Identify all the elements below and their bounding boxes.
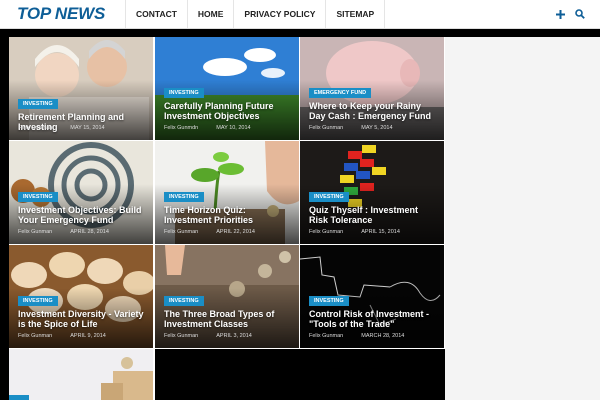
article-author[interactable]: Felix Gunman [309, 333, 343, 339]
article-card[interactable]: INVESTING Time Horizon Quiz: Investment … [155, 141, 299, 244]
article-card[interactable]: INVESTING The Three Broad Types of Inves… [155, 245, 299, 348]
article-meta: Felix Gunman APRIL 9, 2014 [18, 333, 124, 339]
article-card[interactable]: INVESTING Quiz Thyself : Investment Risk… [300, 141, 444, 244]
article-author[interactable]: Felix Gunman [309, 229, 343, 235]
article-author[interactable]: Felix Gunman [18, 333, 52, 339]
article-title[interactable]: Investment Diversity - Variety is the Sp… [18, 309, 145, 329]
article-author[interactable]: Felix Gunman [18, 229, 52, 235]
category-badge[interactable]: INVESTING [309, 192, 349, 202]
article-meta: Felix Gunman APRIL 3, 2014 [164, 333, 270, 339]
article-card[interactable]: INVESTING Investment Objectives: Build Y… [9, 141, 153, 244]
site-logo[interactable]: TOP NEWS [17, 4, 105, 24]
article-title[interactable]: Carefully Planning Future Investment Obj… [164, 101, 291, 121]
article-card[interactable]: EMERGENCY FUND Where to Keep your Rainy … [300, 37, 444, 140]
nav-sitemap[interactable]: SITEMAP [336, 0, 374, 28]
article-author[interactable]: Felix Gunman [164, 333, 198, 339]
sidebar [445, 37, 600, 400]
article-meta: Felix Gunman MARCH 28, 2014 [309, 333, 422, 339]
article-date: MAY 15, 2014 [70, 125, 105, 131]
content-area: INVESTING Retirement Planning and Invest… [0, 29, 600, 400]
nav-home[interactable]: HOME [198, 0, 224, 28]
nav-divider [325, 0, 327, 28]
nav-divider [125, 0, 126, 28]
article-title[interactable]: Investment Objectives: Build Your Emerge… [18, 205, 145, 225]
category-badge[interactable]: INVESTING [164, 296, 204, 306]
category-badge[interactable]: INVESTING [18, 296, 58, 306]
article-card[interactable] [9, 349, 153, 400]
header-tools [550, 0, 590, 28]
category-badge[interactable]: INVESTING [164, 192, 204, 202]
article-date: APRIL 3, 2014 [216, 333, 252, 339]
nav-contact[interactable]: CONTACT [136, 0, 177, 28]
article-meta: Felix Gunman APRIL 28, 2014 [18, 229, 127, 235]
article-meta: Felix Gunman MAY 5, 2014 [309, 125, 411, 131]
article-card[interactable]: INVESTING Carefully Planning Future Inve… [155, 37, 299, 140]
nav-divider [384, 0, 386, 28]
nav-privacy-policy[interactable]: PRIVACY POLICY [244, 0, 315, 28]
search-icon[interactable] [570, 0, 590, 28]
article-date: APRIL 22, 2014 [216, 229, 255, 235]
article-meta: Felix Gunman APRIL 15, 2014 [309, 229, 418, 235]
article-date: MARCH 28, 2014 [361, 333, 405, 339]
category-badge[interactable]: INVESTING [18, 192, 58, 202]
category-badge[interactable]: INVESTING [164, 88, 204, 98]
category-badge[interactable]: EMERGENCY FUND [309, 88, 372, 98]
nav-divider [233, 0, 235, 28]
nav-divider [186, 0, 188, 28]
site-header: TOP NEWS CONTACT HOME PRIVACY POLICY SIT… [0, 0, 600, 29]
article-grid: INVESTING Retirement Planning and Invest… [9, 37, 445, 400]
plus-icon[interactable] [550, 0, 570, 28]
article-card[interactable]: INVESTING Investment Diversity - Variety… [9, 245, 153, 348]
article-title[interactable]: Quiz Thyself : Investment Risk Tolerance [309, 205, 436, 225]
article-date: MAY 10, 2014 [216, 125, 251, 131]
article-date: MAY 5, 2014 [361, 125, 393, 131]
article-meta: Felix Gunman MAY 15, 2014 [18, 125, 123, 131]
search-icon-graphic [575, 9, 585, 19]
article-date: APRIL 15, 2014 [361, 229, 400, 235]
article-title[interactable]: Where to Keep your Rainy Day Cash : Emer… [309, 101, 436, 121]
article-card[interactable]: INVESTING Retirement Planning and Invest… [9, 37, 153, 140]
article-title[interactable]: The Three Broad Types of Investment Clas… [164, 309, 291, 329]
category-badge[interactable]: INVESTING [18, 99, 58, 109]
article-date: APRIL 9, 2014 [70, 333, 106, 339]
article-author[interactable]: Felix Gunman [18, 125, 52, 131]
article-author[interactable]: Felix Gunman [164, 229, 198, 235]
main-nav: CONTACT HOME PRIVACY POLICY SITEMAP [125, 0, 395, 28]
grid-empty-area [155, 349, 445, 400]
article-title[interactable]: Time Horizon Quiz: Investment Priorities [164, 205, 291, 225]
article-image [9, 349, 153, 400]
article-meta: Felix Gunmdn MAY 10, 2014 [164, 125, 269, 131]
article-author[interactable]: Felix Gunman [309, 125, 343, 131]
category-badge[interactable]: INVESTING [309, 296, 349, 306]
article-meta: Felix Gunman APRIL 22, 2014 [164, 229, 273, 235]
article-title[interactable]: Control Risk of Investment - "Tools of t… [309, 309, 436, 329]
article-date: APRIL 28, 2014 [70, 229, 109, 235]
article-card[interactable]: INVESTING Control Risk of Investment - "… [300, 245, 444, 348]
plus-icon-graphic [555, 9, 565, 19]
article-author[interactable]: Felix Gunmdn [164, 125, 198, 131]
